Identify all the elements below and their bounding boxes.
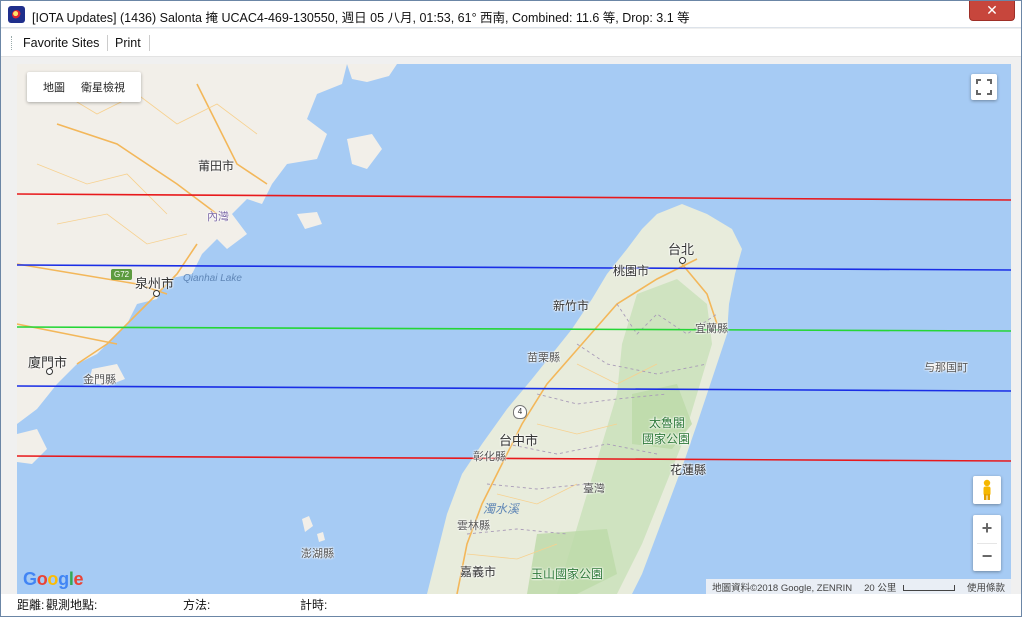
label-chiayi: 嘉義市 xyxy=(460,565,497,579)
status-timing: 計時: xyxy=(300,598,328,612)
fullscreen-icon xyxy=(976,79,992,95)
north-limit-line xyxy=(17,193,1011,201)
map-scale-bar xyxy=(902,584,955,591)
label-miaoli: 苗栗縣 xyxy=(527,352,560,364)
map-attribution: 地圖資料©2018 Google, ZENRIN 20 公里 使用條款 xyxy=(706,579,1011,594)
menu-separator xyxy=(149,35,150,51)
status-method: 方法: xyxy=(183,598,211,612)
menu-separator xyxy=(107,35,108,51)
pegman-icon xyxy=(983,479,991,500)
zoom-divider xyxy=(977,543,997,544)
north-shadow-edge-line xyxy=(17,264,1011,271)
zoom-control: + − xyxy=(973,515,1001,571)
south-shadow-edge-line xyxy=(17,385,1011,392)
label-taroko: 太魯閣 xyxy=(649,416,686,430)
label-taiwan: 臺灣 xyxy=(583,483,605,495)
terms-of-use-link[interactable]: 使用條款 xyxy=(961,580,1011,594)
zoom-out-button[interactable]: − xyxy=(973,543,1001,571)
map-scale-label: 20 公里 xyxy=(864,582,897,594)
google-logo: Google xyxy=(23,569,84,589)
toolbar-grip[interactable] xyxy=(11,36,13,50)
label-hsinchu: 新竹市 xyxy=(553,299,590,313)
map-type-control: 地圖 衛星檢視 xyxy=(27,72,141,102)
menu-print[interactable]: Print xyxy=(115,36,141,50)
label-penghu: 澎湖縣 xyxy=(301,548,334,560)
fullscreen-button[interactable] xyxy=(971,74,997,100)
street-view-pegman[interactable] xyxy=(973,476,1001,504)
label-qianhai-lake: Qianhai Lake xyxy=(183,273,242,284)
zoom-in-button[interactable]: + xyxy=(973,515,1001,543)
city-dot-quanzhou xyxy=(153,290,160,297)
label-changhua: 彰化縣 xyxy=(473,451,506,463)
south-limit-line xyxy=(17,455,1011,462)
map-data-attribution: 地圖資料©2018 Google, ZENRIN xyxy=(712,582,853,594)
city-dot-xiamen xyxy=(46,368,53,375)
label-yonaguni: 与那国町 xyxy=(924,362,968,374)
center-line xyxy=(17,326,1011,332)
label-jinmen: 金門縣 xyxy=(83,374,116,386)
label-taipei: 台北 xyxy=(668,242,695,257)
map-type-map-button[interactable]: 地圖 xyxy=(35,79,73,95)
status-distance: 距離: xyxy=(17,598,45,612)
label-yilan: 宜蘭縣 xyxy=(695,323,728,335)
map-scale[interactable]: 20 公里 xyxy=(858,580,961,594)
label-taoyuan: 桃園市 xyxy=(613,264,650,278)
app-icon xyxy=(8,6,25,23)
map-type-satellite-button[interactable]: 衛星檢視 xyxy=(73,79,133,95)
label-yunlin: 雲林縣 xyxy=(457,520,490,532)
map-view[interactable]: 莆田市 內灣 G72 泉州市 Qianhai Lake 廈門市 金門縣 台北 桃… xyxy=(17,64,1011,594)
close-button[interactable]: ✕ xyxy=(969,1,1015,21)
label-taroko-park: 國家公園 xyxy=(642,432,691,446)
label-zhuoshui: 濁水溪 xyxy=(483,502,520,516)
menu-favorite-sites[interactable]: Favorite Sites xyxy=(23,36,99,50)
title-bar: [IOTA Updates] (1436) Salonta 掩 UCAC4-46… xyxy=(1,1,1021,28)
app-window: [IOTA Updates] (1436) Salonta 掩 UCAC4-46… xyxy=(0,0,1022,617)
highway-g72-badge: G72 xyxy=(111,269,133,280)
status-observer-site: 觀測地點: xyxy=(46,598,98,612)
label-hualien: 花蓮縣 xyxy=(670,463,707,477)
label-taichung: 台中市 xyxy=(499,433,539,448)
window-title: [IOTA Updates] (1436) Salonta 掩 UCAC4-46… xyxy=(32,11,690,25)
menu-bar: Favorite Sites Print xyxy=(1,29,1021,57)
label-putian: 莆田市 xyxy=(198,159,235,173)
city-dot-taipei xyxy=(679,257,686,264)
status-bar: 距離: 觀測地點: 方法: 計時: xyxy=(1,594,1021,616)
label-neiwu: 內灣 xyxy=(207,211,229,223)
road-4-badge: 4 xyxy=(513,405,527,419)
label-yushan: 玉山國家公園 xyxy=(531,567,604,581)
label-quanzhou: 泉州市 xyxy=(135,276,175,291)
